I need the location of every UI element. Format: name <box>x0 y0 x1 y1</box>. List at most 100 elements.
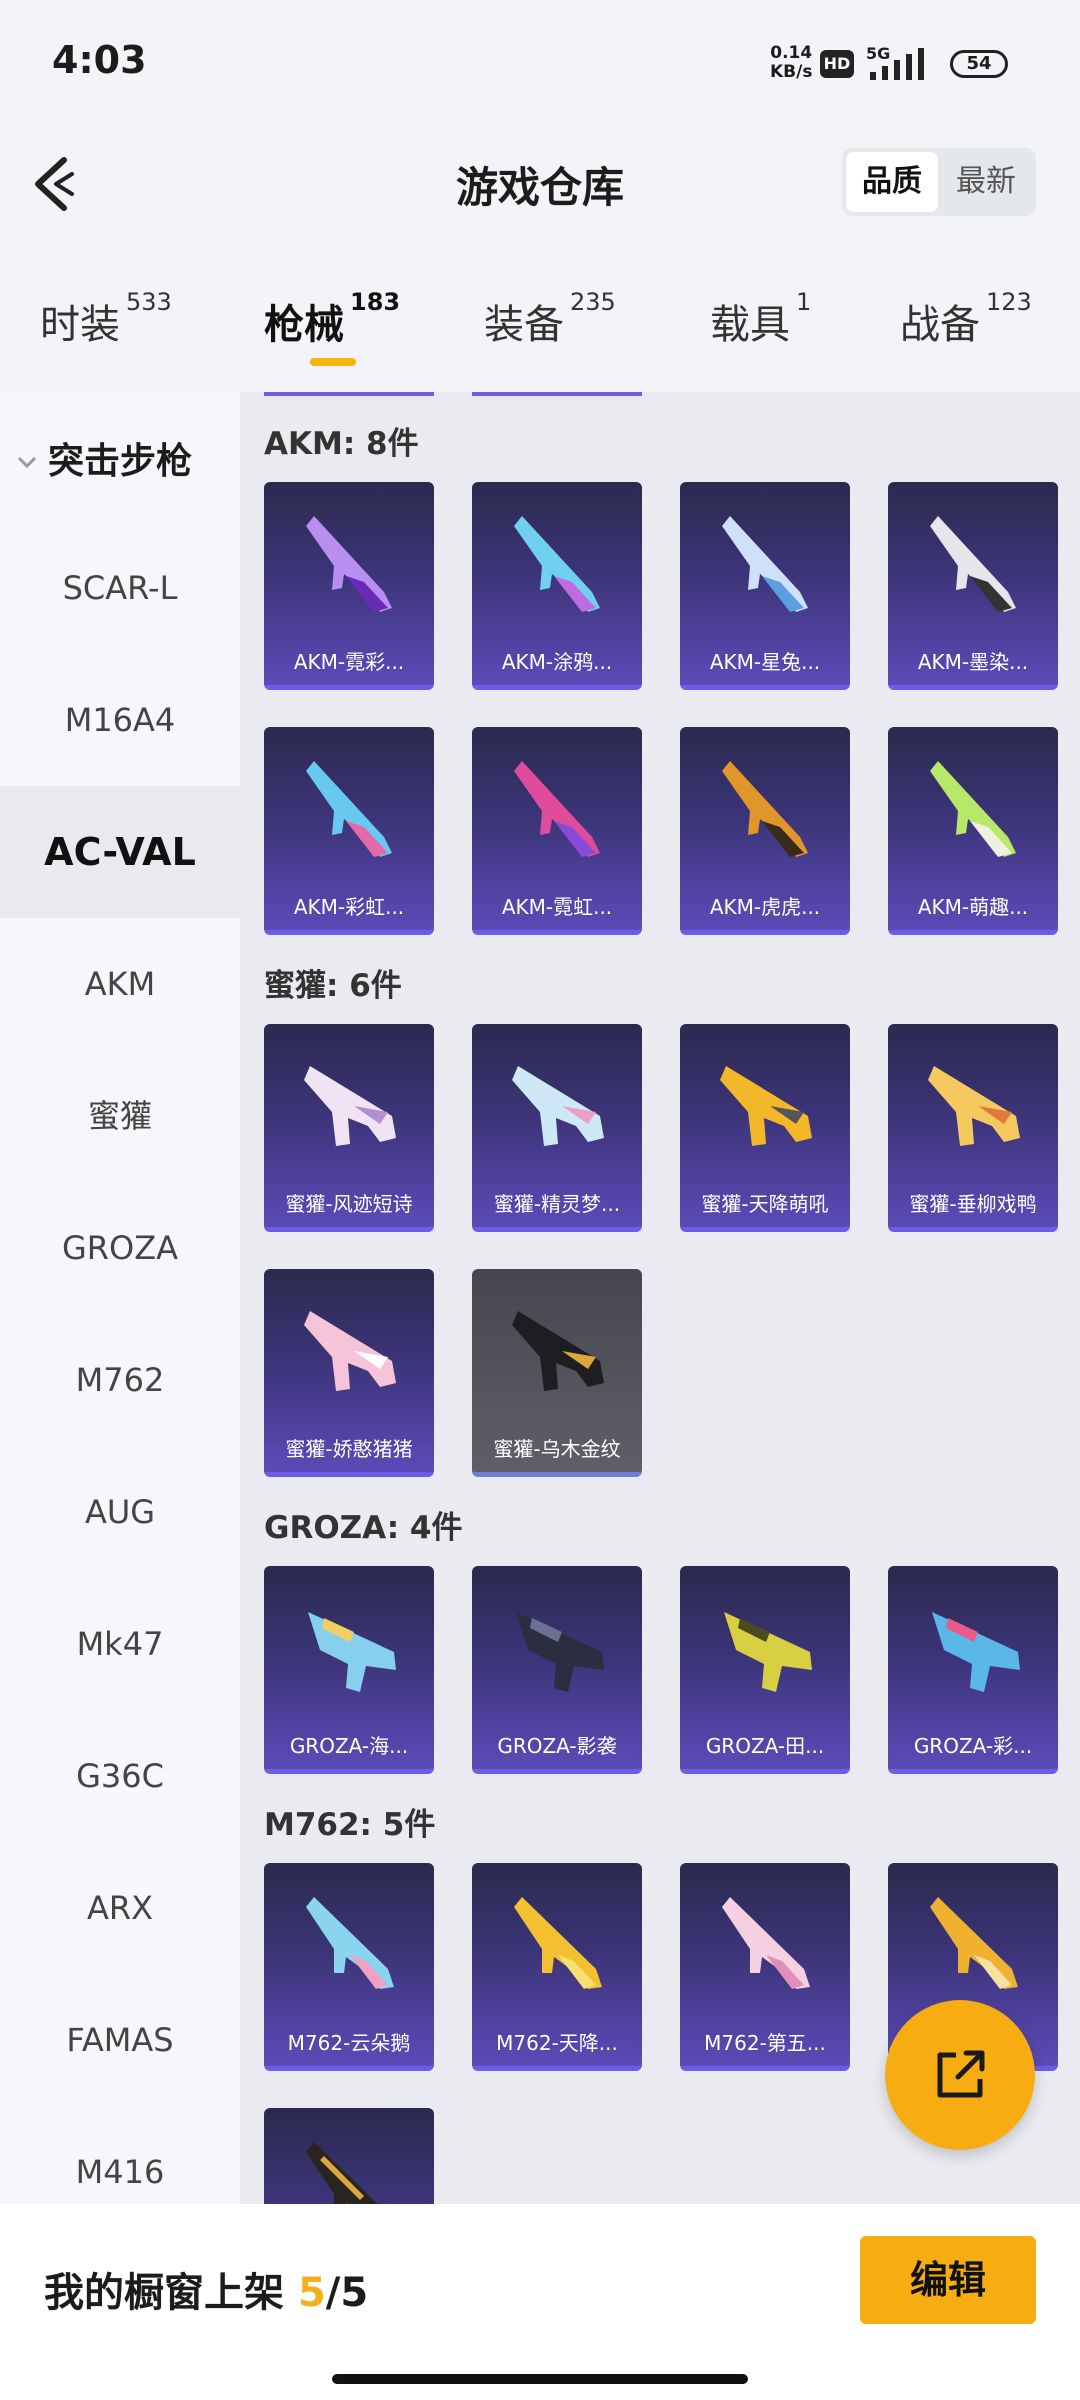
skin-card[interactable]: 蜜獾-天降萌吼 <box>680 1024 850 1232</box>
skin-name: GROZA-海... <box>289 1734 409 1758</box>
section-title-honey-badger: 蜜獾: 6件 <box>264 968 402 1004</box>
rifle-icon <box>930 761 1016 857</box>
smg-icon <box>304 1066 396 1146</box>
skin-name: AKM-涂鸦... <box>501 650 613 674</box>
skin-card[interactable]: AKM-虎虎... <box>680 727 850 935</box>
smg-icon <box>512 1311 604 1391</box>
category-tabs: 时装 533 枪械 183 装备 235 载具 1 战备 123 <box>0 280 1080 370</box>
skin-name: AKM-星兔... <box>709 650 821 674</box>
sidebar-item-mk47[interactable]: Mk47 <box>0 1578 240 1710</box>
skin-card[interactable]: AKM-霓彩... <box>264 482 434 690</box>
skin-card[interactable]: 蜜獾-乌木金纹 <box>472 1269 642 1477</box>
rifle-icon <box>724 1612 812 1692</box>
skin-card[interactable]: GROZA-海... <box>264 1566 434 1774</box>
status-time: 4:03 <box>52 38 147 82</box>
tab-fashion[interactable]: 时装 533 <box>40 288 172 350</box>
sort-newest-button[interactable]: 最新 <box>940 152 1032 212</box>
skin-grid: AKM: 8件 AKM-霓彩... AKM-涂鸦... AKM-星兔... AK… <box>240 392 1080 2204</box>
skin-name: AKM-彩虹... <box>293 895 405 919</box>
network-speed-value: 0.14 <box>770 43 813 63</box>
smg-icon <box>928 1066 1020 1146</box>
skin-name: GROZA-影袭 <box>497 1734 617 1758</box>
rifle-icon <box>932 1612 1020 1692</box>
tab-count: 235 <box>570 288 616 316</box>
sidebar-item-g36c[interactable]: G36C <box>0 1710 240 1842</box>
skin-name: M762-第五... <box>704 2031 826 2055</box>
section-title-m762: M762: 5件 <box>264 1807 436 1843</box>
rifle-icon <box>722 761 808 857</box>
skin-name: M762-云朵鹅 <box>287 2031 411 2055</box>
sidebar-item-groza[interactable]: GROZA <box>0 1182 240 1314</box>
rifle-icon <box>722 1897 810 1989</box>
skin-card[interactable]: GROZA-影袭 <box>472 1566 642 1774</box>
skin-card[interactable]: GROZA-田... <box>680 1566 850 1774</box>
skin-card[interactable]: AKM-涂鸦... <box>472 482 642 690</box>
tab-count: 183 <box>350 288 401 316</box>
sidebar-item-akm[interactable]: AKM <box>0 918 240 1050</box>
skin-card[interactable]: AKM-彩虹... <box>264 727 434 935</box>
tab-vehicles[interactable]: 载具 1 <box>710 288 811 350</box>
sidebar-item-ac-val[interactable]: AC-VAL <box>0 786 240 918</box>
skin-name: AKM-霓彩... <box>293 650 405 674</box>
sidebar-group-assault-rifles[interactable]: 突击步枪 <box>16 432 192 484</box>
tab-label: 战备 <box>900 302 980 348</box>
showcase-separator: / <box>325 2270 341 2316</box>
skin-card[interactable] <box>264 2108 434 2204</box>
sidebar-item-m762[interactable]: M762 <box>0 1314 240 1446</box>
rifle-icon <box>930 1897 1018 1989</box>
tab-count: 1 <box>796 288 812 316</box>
skin-card[interactable]: 蜜獾-娇憨猪猪 <box>264 1269 434 1477</box>
sidebar-item-honey-badger[interactable]: 蜜獾 <box>0 1050 240 1182</box>
skin-card[interactable]: 蜜獾-风迹短诗 <box>264 1024 434 1232</box>
skin-name: 蜜獾-乌木金纹 <box>493 1437 621 1461</box>
showcase-bar: 我的橱窗上架 5/5 编辑 <box>0 2204 1080 2400</box>
edit-button[interactable]: 编辑 <box>860 2236 1036 2324</box>
weapon-sidebar: 突击步枪 SCAR-L M16A4 AC-VAL AKM 蜜獾 GROZA M7… <box>0 392 240 2204</box>
skin-name: M762-天降... <box>496 2031 618 2055</box>
rifle-icon <box>306 2142 378 2204</box>
sidebar-item-aug[interactable]: AUG <box>0 1446 240 1578</box>
status-bar: 4:03 0.14 KB/s HD 5G 54 <box>0 0 1080 120</box>
sidebar-item-famas[interactable]: FAMAS <box>0 1974 240 2106</box>
tab-weapons[interactable]: 枪械 183 <box>264 288 400 350</box>
section-title-groza: GROZA: 4件 <box>264 1510 463 1546</box>
skin-card[interactable]: 蜜獾-垂柳戏鸭 <box>888 1024 1058 1232</box>
smg-icon <box>720 1066 812 1146</box>
skin-name: 蜜獾-风迹短诗 <box>285 1192 413 1216</box>
active-tab-indicator <box>310 358 356 366</box>
sort-toggle: 品质 最新 <box>842 148 1036 216</box>
sidebar-item-m16a4[interactable]: M16A4 <box>0 654 240 786</box>
rifle-icon <box>308 1612 396 1692</box>
share-fab[interactable] <box>885 2000 1035 2150</box>
sidebar-item-scar-l[interactable]: SCAR-L <box>0 522 240 654</box>
showcase-label: 我的橱窗上架 <box>44 2270 284 2316</box>
rifle-icon <box>722 516 808 612</box>
skin-card[interactable]: 蜜獾-精灵梦... <box>472 1024 642 1232</box>
skin-card[interactable]: AKM-霓虹... <box>472 727 642 935</box>
skin-name: AKM-萌趣... <box>917 895 1029 919</box>
tab-equipment[interactable]: 装备 235 <box>484 288 616 350</box>
skin-name: 蜜獾-娇憨猪猪 <box>285 1437 413 1461</box>
tab-count: 533 <box>126 288 172 316</box>
skin-card[interactable]: AKM-墨染... <box>888 482 1058 690</box>
skin-card[interactable]: GROZA-彩... <box>888 1566 1058 1774</box>
skin-name: AKM-墨染... <box>917 650 1029 674</box>
sort-quality-button[interactable]: 品质 <box>846 152 938 212</box>
tab-supplies[interactable]: 战备 123 <box>900 288 1032 350</box>
skin-card[interactable]: M762-天降... <box>472 1863 642 2071</box>
skin-card[interactable]: M762-第五... <box>680 1863 850 2071</box>
sidebar-item-m416[interactable]: M416 <box>0 2106 240 2204</box>
hd-badge: HD <box>820 50 854 78</box>
tab-count: 123 <box>986 288 1032 316</box>
rifle-icon <box>514 516 600 612</box>
skin-card[interactable]: M762-云朵鹅 <box>264 1863 434 2071</box>
card-edge <box>472 392 642 396</box>
skin-card[interactable]: AKM-星兔... <box>680 482 850 690</box>
showcase-total-count: 5 <box>340 2270 369 2316</box>
skin-card[interactable]: AKM-萌趣... <box>888 727 1058 935</box>
signal-icon <box>870 48 924 80</box>
showcase-status: 我的橱窗上架 5/5 <box>44 2260 368 2318</box>
skin-name: AKM-虎虎... <box>709 895 821 919</box>
sidebar-item-arx[interactable]: ARX <box>0 1842 240 1974</box>
rifle-icon <box>306 761 392 857</box>
